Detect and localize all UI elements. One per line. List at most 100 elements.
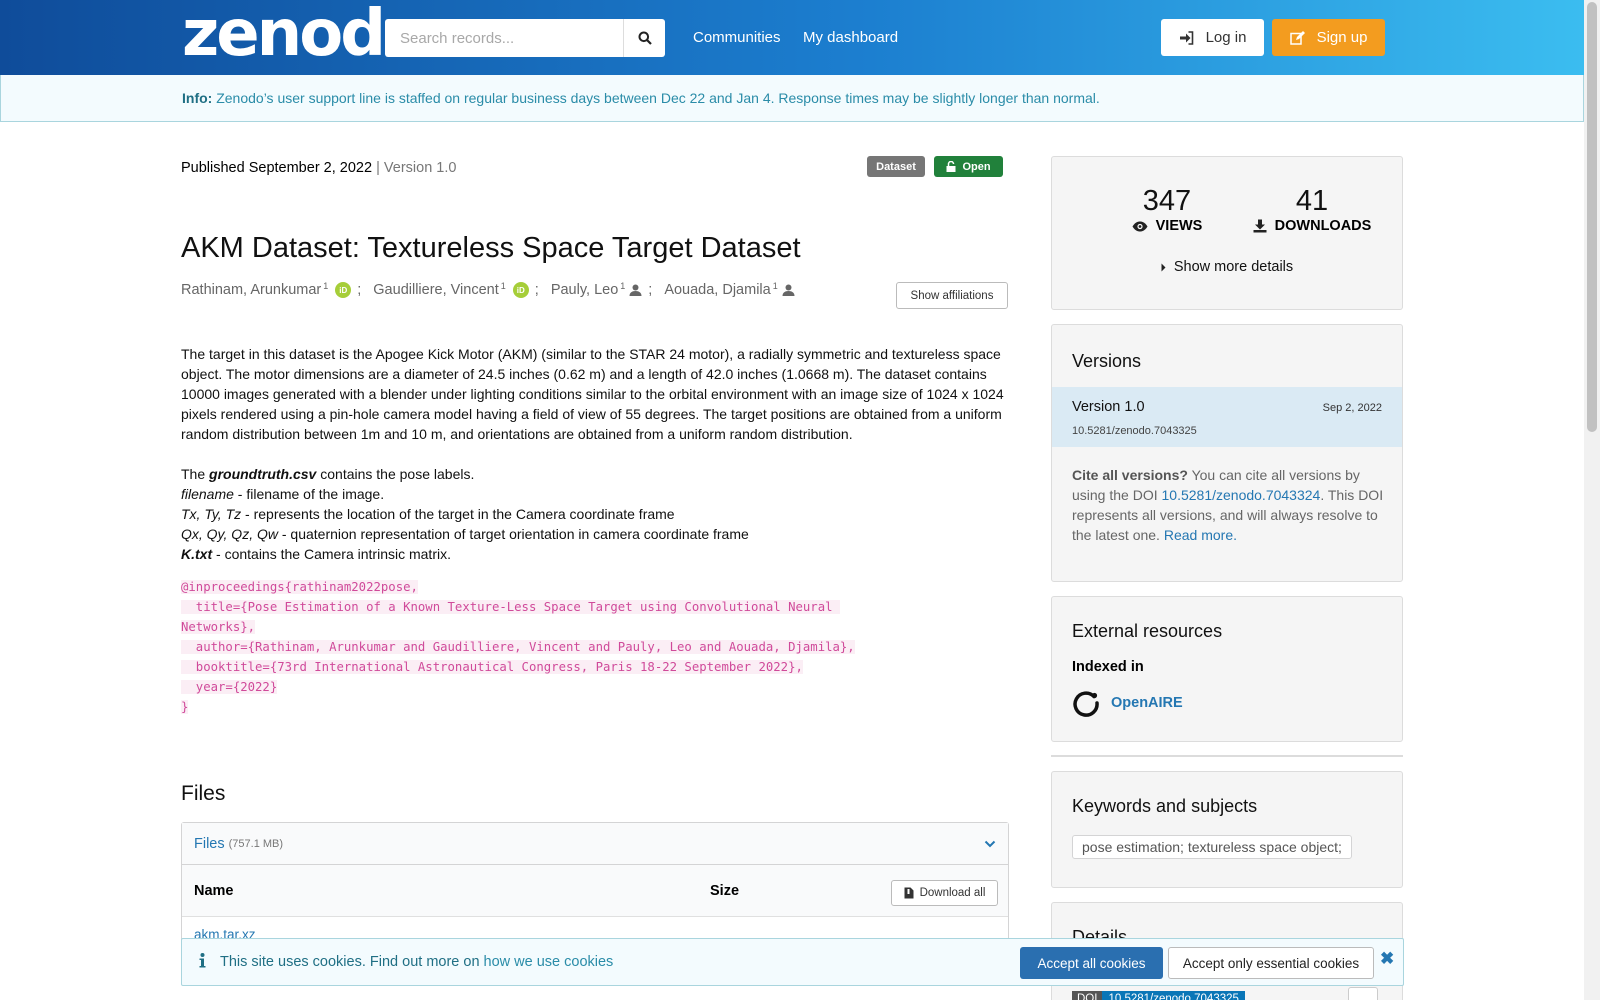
downloads-label: DOWNLOADS — [1274, 218, 1372, 234]
info-label: Info: — [182, 90, 213, 106]
keywords-heading: Keywords and subjects — [1072, 796, 1258, 816]
cite-question: Cite all versions? — [1072, 467, 1188, 483]
sign-in-icon — [1179, 30, 1193, 45]
doi-badge-value: 10.5281/zenodo.7043325 — [1102, 991, 1245, 1000]
page-scrollbar[interactable] — [1584, 0, 1600, 1000]
file-archive-icon — [904, 887, 914, 899]
downloads-count: 41 — [1295, 185, 1329, 217]
top-header: zenodo Communities My dashboard Log in S… — [0, 0, 1584, 75]
accept-essential-cookies-button[interactable]: Accept only essential cookies — [1168, 947, 1374, 979]
files-panel-label: Files — [194, 835, 225, 852]
cookie-banner: This site uses cookies. Find out more on… — [181, 938, 1404, 986]
author-name[interactable]: Rathinam, Arunkumar — [181, 282, 321, 298]
show-more-details[interactable]: Show more details — [1052, 259, 1402, 275]
record-title: AKM Dataset: Textureless Space Target Da… — [181, 232, 801, 264]
views-stat: 347 VIEWS — [1107, 185, 1227, 234]
info-banner: Info: Zenodo’s user support line is staf… — [0, 75, 1584, 122]
version-item[interactable]: Version 1.0 Sep 2, 2022 10.5281/zenodo.7… — [1052, 387, 1402, 447]
person-icon — [782, 284, 795, 296]
downloads-stat: 41 DOWNLOADS — [1237, 185, 1387, 234]
search-icon — [638, 31, 652, 45]
bibtex-line: booktitle={73rd International Astronauti… — [181, 660, 803, 674]
download-all-button[interactable]: Download all — [891, 880, 998, 906]
views-count: 347 — [1142, 185, 1192, 217]
eye-icon — [1132, 221, 1148, 231]
bibtex-line: Networks}, — [181, 620, 256, 634]
files-total-size: (757.1 MB) — [228, 837, 284, 850]
version-date: Sep 2, 2022 — [1322, 402, 1382, 414]
unlock-icon — [946, 161, 956, 172]
search-box — [385, 19, 665, 57]
author-name[interactable]: Gaudilliere, Vincent — [373, 282, 498, 298]
description-paragraph: The target in this dataset is the Apogee… — [181, 346, 1004, 442]
open-label: Open — [962, 160, 991, 173]
dataset-badge: Dataset — [867, 156, 925, 177]
search-input[interactable] — [385, 19, 623, 57]
bibtex-line: author={Rathinam, Arunkumar and Gaudilli… — [181, 640, 855, 654]
cite-all-versions: Cite all versions? You can cite all vers… — [1072, 467, 1384, 543]
accept-all-cookies-button[interactable]: Accept all cookies — [1020, 947, 1163, 979]
chevron-down-icon — [984, 840, 996, 847]
external-resources-card: External resources Indexed in OpenAIRE — [1051, 596, 1403, 742]
login-label: Log in — [1205, 29, 1247, 46]
column-name: Name — [194, 882, 234, 899]
author-affiliation-number: 1 — [772, 281, 778, 291]
download-all-label: Download all — [919, 887, 986, 899]
author-affiliation-number: 1 — [323, 281, 329, 291]
openaire-label: OpenAIRE — [1111, 695, 1183, 711]
indexed-in-label: Indexed in — [1072, 659, 1144, 675]
keywords-card: Keywords and subjects pose estimation; t… — [1051, 771, 1403, 888]
read-more-link[interactable]: Read more. — [1164, 527, 1237, 543]
filename-line: filename - filename of the image. — [181, 486, 385, 502]
bibtex-citation: @inproceedings{rathinam2022pose, title={… — [181, 577, 855, 717]
nav-my-dashboard[interactable]: My dashboard — [803, 29, 898, 46]
views-label: VIEWS — [1155, 218, 1203, 234]
groundtruth-line: The groundtruth.csv contains the pose la… — [181, 466, 475, 482]
signup-label: Sign up — [1316, 29, 1368, 46]
bibtex-line: year={2022} — [181, 680, 278, 694]
author-separator: ; — [357, 282, 362, 298]
signup-button[interactable]: Sign up — [1272, 19, 1385, 56]
record-description: The target in this dataset is the Apogee… — [181, 344, 1011, 564]
published-text: Published September 2, 2022 — [181, 160, 373, 176]
doi-badge-key: DOI — [1072, 991, 1103, 1000]
publication-date: Published September 2, 2022 | Version 1.… — [181, 160, 456, 176]
quaternion-line: Qx, Qy, Qz, Qw - quaternion representati… — [181, 526, 749, 542]
files-table-header: Name Size — [182, 865, 1008, 917]
bibtex-line: title={Pose Estimation of a Known Textur… — [181, 600, 840, 614]
concept-doi-link[interactable]: 10.5281/zenodo.7043324 — [1162, 487, 1321, 503]
login-button[interactable]: Log in — [1161, 19, 1264, 56]
bibtex-line: @inproceedings{rathinam2022pose, — [181, 580, 418, 594]
open-access-badge: Open — [934, 156, 1003, 177]
versions-heading: Versions — [1072, 351, 1142, 371]
author-name[interactable]: Aouada, Djamila — [664, 282, 770, 298]
close-icon[interactable]: ✖ — [1380, 949, 1394, 969]
search-button[interactable] — [623, 19, 665, 57]
show-affiliations-button[interactable]: Show affiliations — [896, 282, 1008, 309]
version-name[interactable]: Version 1.0 — [1072, 399, 1145, 415]
edit-icon — [1289, 30, 1305, 45]
author-name[interactable]: Pauly, Leo — [551, 282, 618, 298]
keyword-tag[interactable]: pose estimation; textureless space objec… — [1072, 835, 1352, 859]
version-text: | Version 1.0 — [376, 160, 457, 176]
author-affiliation-number: 1 — [500, 281, 506, 291]
files-accordion-header[interactable]: Files (757.1 MB) — [182, 823, 1008, 865]
show-more-label: Show more details — [1173, 259, 1294, 275]
copy-doi-button[interactable] — [1348, 987, 1378, 1000]
openaire-link[interactable]: OpenAIRE — [1072, 689, 1183, 717]
bibtex-line: } — [181, 700, 189, 714]
author-affiliation-number: 1 — [620, 281, 626, 291]
info-icon — [199, 953, 206, 968]
author-separator: ; — [534, 282, 539, 298]
nav-communities[interactable]: Communities — [693, 29, 781, 46]
orcid-icon[interactable]: iD — [335, 282, 352, 298]
cookie-policy-link[interactable]: how we use cookies — [484, 954, 614, 970]
versions-card: Versions Version 1.0 Sep 2, 2022 10.5281… — [1051, 324, 1403, 582]
version-doi: 10.5281/zenodo.7043325 — [1072, 425, 1197, 437]
scrollbar-thumb[interactable] — [1587, 2, 1597, 432]
stats-card: 347 VIEWS 41 DOWNLOADS Show more details — [1051, 156, 1403, 310]
translation-line: Tx, Ty, Tz - represents the location of … — [181, 506, 675, 522]
orcid-icon[interactable]: iD — [512, 282, 529, 298]
doi-badge[interactable]: DOI 10.5281/zenodo.7043325 — [1072, 991, 1245, 1000]
download-icon — [1253, 219, 1267, 233]
